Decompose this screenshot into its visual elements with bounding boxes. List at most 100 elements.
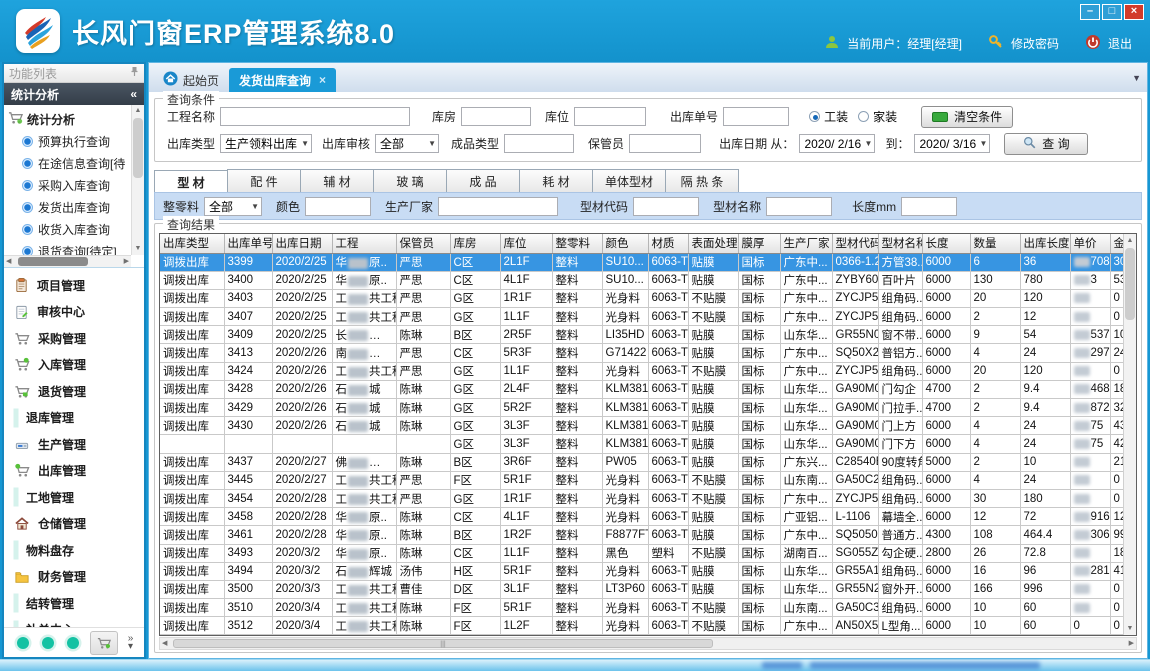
table-row[interactable]: 调拨出库34292020/2/26石城陈琳G区5R2F整料KLM38176063… [160, 399, 1136, 417]
tree-item[interactable]: 退货查询[待定] [8, 240, 131, 255]
tree-horizontal-scrollbar[interactable]: ◀ ▶ [4, 255, 131, 267]
collapse-icon[interactable]: « [130, 87, 137, 101]
maximize-button[interactable]: □ [1102, 4, 1122, 20]
sidebar-item-machine[interactable]: 生产管理 [4, 431, 144, 458]
table-row[interactable]: 调拨出库34942020/3/2石辉城汤伟H区5R1F整料光身料6063-T5贴… [160, 562, 1136, 580]
footer-cart-button[interactable] [90, 631, 118, 655]
table-row[interactable]: 调拨出库35102020/3/4工共工程陈琳F区5R1F整料光身料6063-T5… [160, 599, 1136, 617]
column-header[interactable]: 膜厚 [738, 234, 780, 253]
column-header[interactable]: 型材名称 [878, 234, 922, 253]
table-row[interactable]: 调拨出库34002020/2/25华原..严思C区4L1F整料SU10...60… [160, 271, 1136, 289]
warehouse-input[interactable] [461, 107, 531, 126]
material-tab[interactable]: 成 品 [446, 169, 520, 192]
table-row[interactable]: 调拨出库34242020/2/26工共工程严思G区1L1F整料光身料6063-T… [160, 362, 1136, 380]
column-header[interactable]: 表面处理 [688, 234, 738, 253]
radio-home-decoration[interactable]: 家装 [858, 108, 897, 125]
column-header[interactable]: 整零料 [552, 234, 602, 253]
table-row[interactable]: 调拨出库34282020/2/26石城陈琳G区2L4F整料KLM38176063… [160, 380, 1136, 398]
sidebar-item-dot[interactable]: 工地管理 [4, 484, 144, 511]
sidebar-item-cart[interactable]: 采购管理 [4, 325, 144, 352]
column-header[interactable]: 数量 [970, 234, 1020, 253]
sidebar-item-dot[interactable]: 物料盘存 [4, 537, 144, 564]
sidebar-item-folder[interactable]: 财务管理 [4, 564, 144, 591]
grid-hscroll-thumb[interactable]: ||| [173, 639, 713, 648]
scroll-left-icon[interactable]: ◀ [6, 256, 11, 267]
tab-shipping-outbound-query[interactable]: 发货出库查询 × [229, 68, 336, 92]
table-row[interactable]: 调拨出库34132020/2/26南…严思C区5R3F整料G714226063-… [160, 344, 1136, 362]
scroll-left-icon[interactable]: ◀ [162, 639, 167, 649]
radio-work-clothing[interactable]: 工装 [809, 108, 848, 125]
sidebar-item-cart-in[interactable]: 入库管理 [4, 352, 144, 379]
grid-vertical-scrollbar[interactable]: ▲ ▼ [1123, 234, 1136, 635]
pin-icon[interactable] [130, 66, 139, 80]
logout-link[interactable]: 退出 [1108, 35, 1132, 52]
scroll-right-icon[interactable]: ▶ [124, 256, 129, 267]
table-row[interactable]: 调拨出库35122020/3/4工共工程陈琳F区1L2F整料光身料6063-T5… [160, 617, 1136, 635]
scroll-up-icon[interactable]: ▲ [1124, 234, 1136, 247]
tree-item[interactable]: 收货入库查询 [8, 218, 131, 240]
material-tab[interactable]: 配 件 [227, 169, 301, 192]
minimize-button[interactable]: – [1080, 4, 1100, 20]
footer-more-button[interactable]: »▾ [128, 635, 134, 651]
change-password-link[interactable]: 修改密码 [1011, 35, 1059, 52]
column-header[interactable]: 库房 [450, 234, 500, 253]
factory-input[interactable] [438, 197, 558, 216]
table-row[interactable]: 调拨出库34452020/2/27工共工程严思F区5R1F整料光身料6063-T… [160, 471, 1136, 489]
sidebar-item-dot[interactable]: 补单中心 [4, 617, 144, 628]
footer-dot-icon-3[interactable] [67, 637, 79, 649]
tab-close-icon[interactable]: × [319, 73, 326, 87]
search-button[interactable]: 查 询 [1004, 133, 1088, 155]
column-header[interactable]: 生产厂家 [780, 234, 832, 253]
sidebar-item-clipboard[interactable]: 项目管理 [4, 272, 144, 299]
material-tab[interactable]: 玻 璃 [373, 169, 447, 192]
footer-dot-icon-2[interactable] [42, 637, 54, 649]
profile-code-input[interactable] [633, 197, 699, 216]
column-header[interactable]: 出库长度 [1020, 234, 1070, 253]
tree-root-statistics[interactable]: 统计分析 [8, 108, 131, 130]
out-type-select[interactable]: 生产领料出库▼ [220, 134, 312, 153]
table-row[interactable]: 调拨出库34932020/3/2华原..陈琳C区1L1F整料黑色塑料不贴膜国标湖… [160, 544, 1136, 562]
sidebar-item-home[interactable]: 仓储管理 [4, 511, 144, 538]
column-header[interactable]: 库位 [500, 234, 552, 253]
column-header[interactable]: 颜色 [602, 234, 648, 253]
material-tab[interactable]: 单体型材 [592, 169, 666, 192]
table-row[interactable]: 调拨出库34072020/2/25工共工程严思G区1L1F整料光身料6063-T… [160, 308, 1136, 326]
length-input[interactable] [901, 197, 957, 216]
table-row[interactable]: 调拨出库34542020/2/28工共工程严思G区1R1F整料光身料6063-T… [160, 489, 1136, 507]
table-row[interactable]: 调拨出库34092020/2/25长…陈琳B区2R5F整料LI35HD6063-… [160, 326, 1136, 344]
scroll-down-icon[interactable]: ▼ [1124, 622, 1136, 635]
tree-vertical-scrollbar[interactable]: ▲ ▼ [131, 105, 144, 255]
sidebar-item-dot[interactable]: 退库管理 [4, 405, 144, 432]
date-from-picker[interactable]: 2020/ 2/16▼ [799, 134, 875, 153]
sidebar-item-cart-out[interactable]: 出库管理 [4, 458, 144, 485]
column-header[interactable]: 保管员 [396, 234, 450, 253]
table-row[interactable]: 调拨出库34582020/2/28华原..陈琳C区4L1F整料光身料6063-T… [160, 508, 1136, 526]
tree-item[interactable]: 发货出库查询 [8, 196, 131, 218]
table-row[interactable]: 调拨出库33992020/2/25华原..严思C区2L1F整料SU10...60… [160, 253, 1136, 271]
tree-scroll-thumb[interactable] [133, 118, 143, 178]
footer-dot-icon-1[interactable] [17, 637, 29, 649]
project-name-input[interactable] [220, 107, 410, 126]
keeper-input[interactable] [629, 134, 701, 153]
column-header[interactable]: 出库单号 [224, 234, 272, 253]
column-header[interactable]: 单价 [1070, 234, 1110, 253]
tab-home[interactable]: 起始页 [153, 68, 229, 92]
date-to-picker[interactable]: 2020/ 3/16▼ [914, 134, 990, 153]
profile-name-input[interactable] [766, 197, 832, 216]
table-row[interactable]: 调拨出库34372020/2/27佛…陈琳B区3R6F整料PW056063-T5… [160, 453, 1136, 471]
material-tab[interactable]: 耗 材 [519, 169, 593, 192]
sidebar-item-clipboard2[interactable]: 审核中心 [4, 299, 144, 326]
material-tab[interactable]: 型 材 [154, 170, 228, 192]
audit-select[interactable]: 全部▼ [375, 134, 439, 153]
table-row[interactable]: G区3L3F整料KLM38176063-T5贴膜国标山东华...GA90M09.… [160, 435, 1136, 453]
location-input[interactable] [574, 107, 646, 126]
scroll-down-icon[interactable]: ▼ [132, 243, 144, 255]
whole-part-select[interactable]: 全部▼ [204, 197, 262, 216]
tree-item[interactable]: 预算执行查询 [8, 130, 131, 152]
tree-hscroll-thumb[interactable] [18, 257, 88, 266]
section-header-statistics[interactable]: 统计分析 « [4, 83, 144, 105]
material-tab[interactable]: 辅 材 [300, 169, 374, 192]
table-row[interactable]: 调拨出库34612020/2/28华原..陈琳B区1R2F整料F8877FT60… [160, 526, 1136, 544]
tree-item[interactable]: 采购入库查询 [8, 174, 131, 196]
grid-vscroll-thumb[interactable] [1125, 248, 1135, 320]
